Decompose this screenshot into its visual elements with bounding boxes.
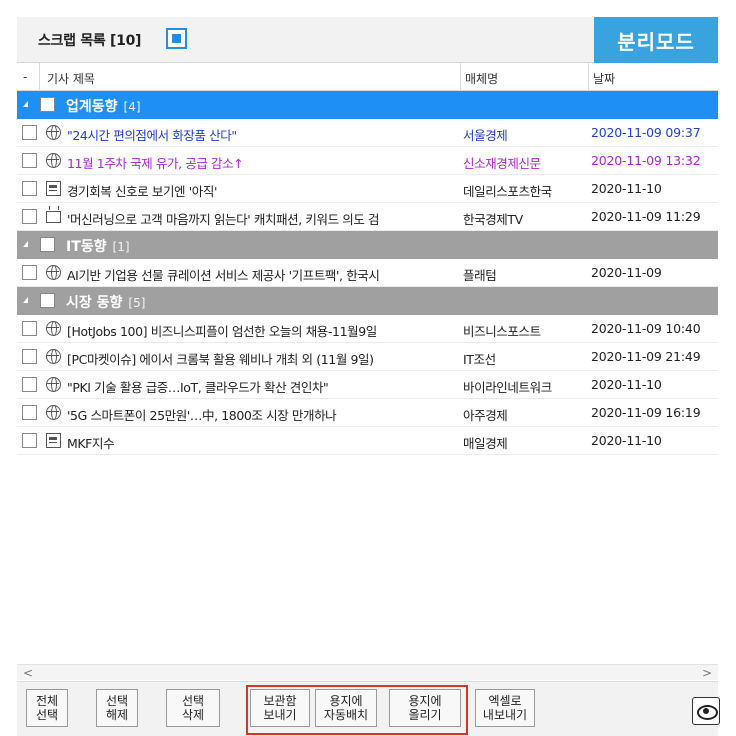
article-title[interactable]: "PKI 기술 활용 급증…IoT, 클라우드가 확산 견인차" (67, 377, 461, 396)
list-item[interactable]: '머신러닝으로 고객 마음까지 읽는다' 캐치패션, 키워드 의도 검 한국경제T… (17, 203, 718, 231)
document-icon (46, 433, 61, 448)
article-date: 2020-11-10 (591, 377, 662, 392)
group-checkbox[interactable] (40, 97, 55, 112)
media-name: 한국경제TV (463, 212, 523, 227)
list-item[interactable]: "24시간 편의점에서 화장품 산다" 서울경제 2020-11-09 09:37 (17, 119, 718, 147)
scrap-list-title: 스크랩 목록 [10] (38, 33, 142, 49)
column-divider (39, 63, 40, 91)
column-divider (588, 63, 589, 91)
media-name: 데일리스포츠한국 (463, 184, 552, 199)
list-item[interactable]: "PKI 기술 활용 급증…IoT, 클라우드가 확산 견인차" 바이라인네트워크… (17, 371, 718, 399)
article-title[interactable]: "24시간 편의점에서 화장품 산다" (67, 125, 461, 144)
footer-toolbar: 전체 선택 선택 해제 선택 삭제 보관함 보내기 용지에 자동배치 용지에 올… (17, 681, 720, 736)
article-title[interactable]: '5G 스마트폰이 25만원'…中, 1800조 시장 만개하나 (67, 405, 461, 424)
media-name: 서울경제 (463, 128, 508, 143)
horizontal-scrollbar[interactable]: < > (17, 664, 718, 680)
item-checkbox[interactable] (22, 153, 37, 168)
item-checkbox[interactable] (22, 181, 37, 196)
media-name: 플래텀 (463, 268, 497, 283)
globe-icon (46, 125, 61, 140)
window-toggle-icon[interactable] (166, 28, 187, 49)
media-name: 신소재경제신문 (463, 156, 541, 171)
globe-icon (46, 349, 61, 364)
article-title[interactable]: 경기회복 신호로 보기엔 '아직' (67, 181, 461, 200)
article-title[interactable]: MKF지수 (67, 433, 461, 452)
group-name: 시장 동향 [5] (66, 295, 146, 311)
column-media[interactable]: 매체명 (465, 70, 498, 87)
split-mode-button[interactable]: 분리모드 (594, 17, 718, 63)
list-item[interactable]: [PC마켓이슈] 에이서 크롬북 활용 웨비나 개최 외 (11월 9일) IT조… (17, 343, 718, 371)
globe-icon (46, 377, 61, 392)
column-date[interactable]: 날짜 (593, 70, 615, 87)
article-date: 2020-11-09 11:29 (591, 209, 701, 224)
item-checkbox[interactable] (22, 125, 37, 140)
article-date: 2020-11-10 (591, 181, 662, 196)
article-title[interactable]: 11월 1주차 국제 유가, 공급 감소↑ (67, 153, 461, 172)
list-item[interactable]: '5G 스마트폰이 25만원'…中, 1800조 시장 만개하나 아주경제 2020… (17, 399, 718, 427)
list-item[interactable]: AI기반 기업용 선물 큐레이션 서비스 제공사 '기프트팩', 한국시 플래텀 2… (17, 259, 718, 287)
delete-selected-button[interactable]: 선택 삭제 (166, 689, 220, 727)
item-checkbox[interactable] (22, 265, 37, 280)
article-title[interactable]: [HotJobs 100] 비즈니스피플이 엄선한 오늘의 채용-11월9일 (67, 321, 461, 340)
item-checkbox[interactable] (22, 433, 37, 448)
article-title[interactable]: [PC마켓이슈] 에이서 크롬북 활용 웨비나 개최 외 (11월 9일) (67, 349, 461, 368)
document-icon (46, 181, 61, 196)
tv-icon (46, 211, 61, 223)
column-header: - 기사 제목 매체명 날짜 (17, 63, 718, 91)
article-date: 2020-11-09 10:40 (591, 321, 701, 336)
item-checkbox[interactable] (22, 209, 37, 224)
item-checkbox[interactable] (22, 377, 37, 392)
group-row-it[interactable]: IT동향 [1] (17, 231, 718, 259)
list-item[interactable]: 경기회복 신호로 보기엔 '아직' 데일리스포츠한국 2020-11-10 (17, 175, 718, 203)
article-date: 2020-11-10 (591, 433, 662, 448)
list-item[interactable]: MKF지수 매일경제 2020-11-10 (17, 427, 718, 455)
export-excel-button[interactable]: 엑셀로 내보내기 (475, 689, 535, 727)
collapse-triangle-icon[interactable] (23, 101, 28, 107)
column-divider (460, 63, 461, 91)
globe-icon (46, 405, 61, 420)
select-all-button[interactable]: 전체 선택 (26, 689, 68, 727)
group-name: 업계동향 [4] (66, 99, 141, 115)
globe-icon (46, 153, 61, 168)
item-checkbox[interactable] (22, 405, 37, 420)
media-name: 아주경제 (463, 408, 508, 423)
media-name: 바이라인네트워크 (463, 380, 552, 395)
item-checkbox[interactable] (22, 349, 37, 364)
article-date: 2020-11-09 21:49 (591, 349, 701, 364)
deselect-button[interactable]: 선택 해제 (96, 689, 138, 727)
column-title[interactable]: 기사 제목 (47, 70, 95, 87)
media-name: 매일경제 (463, 436, 508, 451)
article-date: 2020-11-09 13:32 (591, 153, 701, 168)
group-row-market[interactable]: 시장 동향 [5] (17, 287, 718, 315)
globe-icon (46, 321, 61, 336)
list-item[interactable]: 11월 1주차 국제 유가, 공급 감소↑ 신소재경제신문 2020-11-09 1… (17, 147, 718, 175)
highlight-box (246, 685, 468, 735)
article-title[interactable]: '머신러닝으로 고객 마음까지 읽는다' 캐치패션, 키워드 의도 검 (67, 209, 461, 228)
collapse-triangle-icon[interactable] (23, 297, 28, 303)
article-date: 2020-11-09 16:19 (591, 405, 701, 420)
item-checkbox[interactable] (22, 321, 37, 336)
collapse-triangle-icon[interactable] (23, 241, 28, 247)
column-dash[interactable]: - (23, 70, 27, 84)
scroll-left-icon[interactable]: < (23, 666, 33, 680)
group-checkbox[interactable] (40, 293, 55, 308)
group-row-industry[interactable]: 업계동향 [4] (17, 91, 718, 119)
article-date: 2020-11-09 09:37 (591, 125, 701, 140)
article-title[interactable]: AI기반 기업용 선물 큐레이션 서비스 제공사 '기프트팩', 한국시 (67, 265, 461, 284)
media-name: IT조선 (463, 352, 496, 367)
scrap-list: 업계동향 [4] "24시간 편의점에서 화장품 산다" 서울경제 2020-11-0… (17, 91, 718, 455)
globe-icon (46, 265, 61, 280)
eye-icon[interactable] (692, 697, 720, 725)
scroll-right-icon[interactable]: > (702, 666, 712, 680)
article-date: 2020-11-09 (591, 265, 662, 280)
group-name: IT동향 [1] (66, 239, 130, 255)
header: 스크랩 목록 [10] 분리모드 (17, 17, 718, 63)
media-name: 비즈니스포스트 (463, 324, 541, 339)
list-item[interactable]: [HotJobs 100] 비즈니스피플이 엄선한 오늘의 채용-11월9일 비즈… (17, 315, 718, 343)
group-checkbox[interactable] (40, 237, 55, 252)
